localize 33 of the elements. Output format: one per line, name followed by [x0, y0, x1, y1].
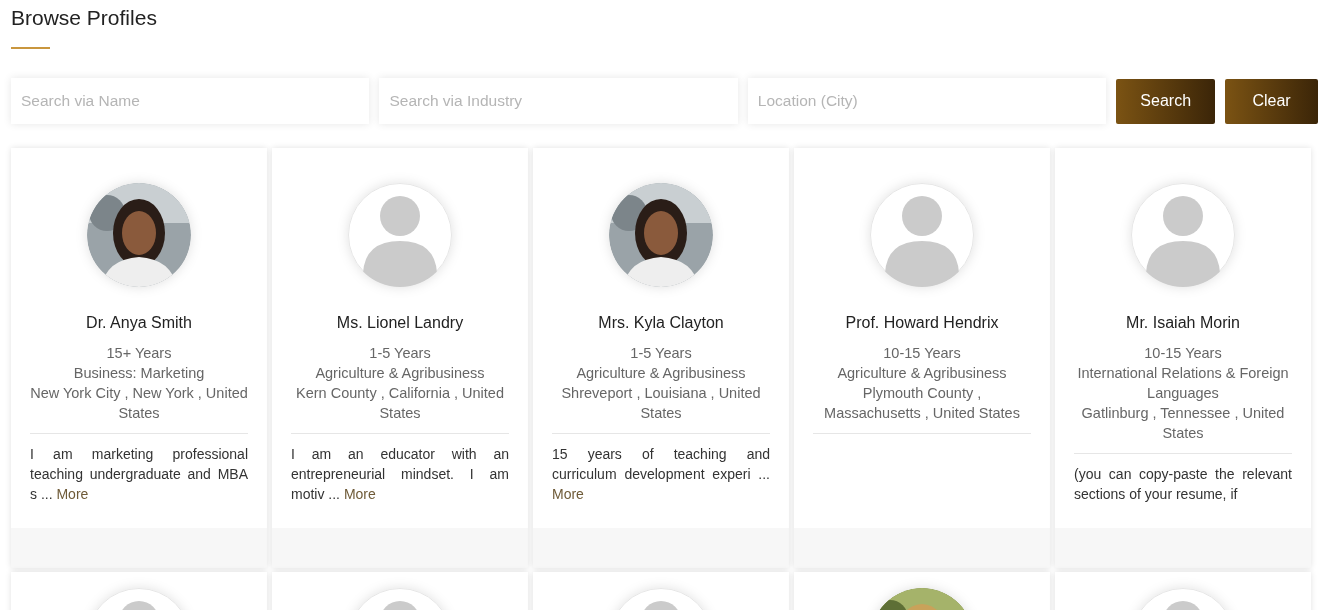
page-title: Browse Profiles [11, 5, 158, 30]
industry-text: International Relations & Foreign Languages [1076, 364, 1290, 403]
location-text: New York City , New York , United States [30, 384, 248, 423]
industry-text: Agriculture & Agribusiness [575, 364, 747, 383]
industry-text: Agriculture & Agribusiness [314, 364, 486, 383]
bio-text: I am an educator with an entrepreneurial mindset. I am motiv ... More [291, 445, 509, 504]
experience-text: 15+ Years [105, 344, 173, 363]
more-link[interactable]: More [552, 486, 584, 502]
bio-text: 15 years of teaching and curriculum development experi ... More [552, 445, 770, 504]
experience-text: 10-15 Years [1143, 344, 1223, 363]
experience-text: 1-5 Years [368, 344, 432, 363]
location-text: Gatlinburg , Tennessee , United States [1080, 404, 1286, 443]
search-field[interactable]: Search via Industry [379, 78, 738, 124]
location-text: Kern County , California , United States [295, 384, 505, 423]
more-link[interactable]: More [343, 486, 376, 502]
search-action-button[interactable]: Search [1116, 78, 1216, 124]
location-text: Shreveport , Louisiana , United States [560, 384, 762, 423]
bio-text: (you can copy-paste the relevant sections of your resume, if [1074, 465, 1292, 504]
search-field[interactable]: Search via Name [11, 78, 370, 124]
profile-name[interactable]: Mrs. Kyla Clayton [552, 311, 770, 335]
bio-text: I am marketing professional teaching undergraduate and MBA s ... More [30, 445, 248, 504]
location-text: Plymouth County , Massachusetts , United States [823, 384, 1021, 423]
industry-text: Agriculture & Agribusiness [836, 364, 1008, 383]
experience-text: 10-15 Years [882, 344, 962, 363]
search-field[interactable]: Location (City) [747, 78, 1107, 124]
profile-name[interactable]: Dr. Anya Smith [30, 311, 248, 335]
profile-name[interactable]: Ms. Lionel Landry [291, 311, 509, 335]
industry-text: Business: Marketing [72, 364, 206, 383]
more-link[interactable]: More [56, 486, 89, 502]
profile-name[interactable]: Prof. Howard Hendrix [813, 311, 1031, 335]
experience-text: 1-5 Years [629, 344, 693, 363]
search-action-button[interactable]: Clear [1225, 78, 1318, 124]
profile-name[interactable]: Mr. Isaiah Morin [1074, 311, 1292, 335]
